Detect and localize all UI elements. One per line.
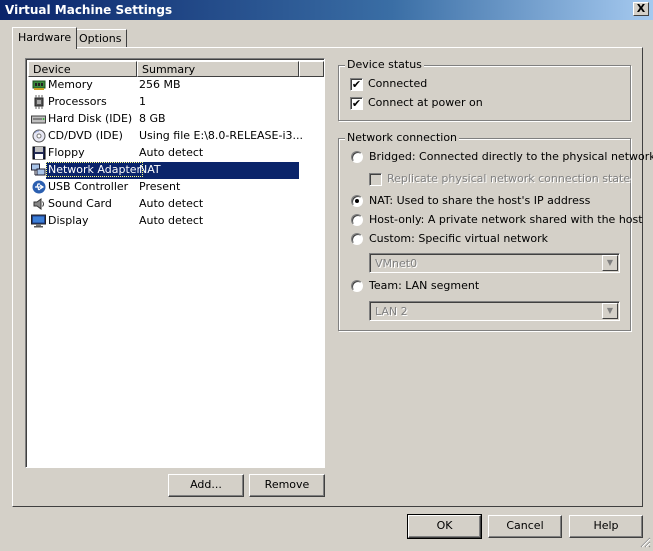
host-only-radio[interactable] xyxy=(351,214,363,226)
title-bar: Virtual Machine Settings X xyxy=(0,0,653,20)
device-summary: Using file E:\8.0-RELEASE-i3... xyxy=(139,129,304,142)
device-row-hard-disk[interactable]: Hard Disk (IDE) 8 GB xyxy=(28,111,322,128)
custom-label: Custom: Specific virtual network xyxy=(369,232,548,245)
replicate-label: Replicate physical network connection st… xyxy=(387,172,631,185)
close-icon: X xyxy=(636,2,646,15)
connect-at-power-on-checkbox[interactable]: ✔ xyxy=(350,97,363,110)
device-list[interactable]: Device Summary Memory 256 MB Processors … xyxy=(25,58,325,468)
connected-label: Connected xyxy=(368,77,428,90)
chevron-down-icon: ▼ xyxy=(602,255,618,271)
column-header-device[interactable]: Device xyxy=(28,61,137,77)
nat-radio[interactable] xyxy=(351,195,363,207)
cancel-button[interactable]: Cancel xyxy=(488,515,562,538)
column-header-summary[interactable]: Summary xyxy=(137,61,299,77)
column-header-filler xyxy=(299,61,324,77)
device-row-cd-dvd[interactable]: CD/DVD (IDE) Using file E:\8.0-RELEASE-i… xyxy=(28,128,322,145)
bridged-radio[interactable] xyxy=(351,151,363,163)
device-summary: Auto detect xyxy=(139,197,204,210)
device-name: USB Controller xyxy=(48,180,129,193)
column-header-summary-label: Summary xyxy=(142,63,196,76)
team-radio[interactable] xyxy=(351,280,363,292)
device-name: Floppy xyxy=(48,146,85,159)
custom-network-value: VMnet0 xyxy=(375,257,418,270)
device-name: Memory xyxy=(48,78,93,91)
lan-segment-value: LAN 2 xyxy=(375,305,408,318)
memory-icon xyxy=(31,78,46,92)
connect-at-power-on-label: Connect at power on xyxy=(368,96,483,109)
nat-label: NAT: Used to share the host's IP address xyxy=(369,194,591,207)
device-row-sound-card[interactable]: Sound Card Auto detect xyxy=(28,196,322,213)
host-only-label: Host-only: A private network shared with… xyxy=(369,213,643,226)
device-summary: 8 GB xyxy=(139,112,166,125)
tab-options-label: Options xyxy=(79,32,122,45)
team-label: Team: LAN segment xyxy=(369,279,480,292)
device-row-usb-controller[interactable]: USB Controller Present xyxy=(28,179,322,196)
device-row-processors[interactable]: Processors 1 xyxy=(28,94,322,111)
window-title: Virtual Machine Settings xyxy=(5,3,173,17)
device-summary: NAT xyxy=(139,163,161,176)
custom-radio[interactable] xyxy=(351,233,363,245)
cancel-button-label: Cancel xyxy=(506,519,544,532)
device-name: Sound Card xyxy=(48,197,112,210)
device-list-header: Device Summary xyxy=(28,61,324,77)
processor-icon xyxy=(31,95,46,109)
device-summary: 1 xyxy=(139,95,146,108)
hard-disk-icon xyxy=(31,112,46,126)
device-row-memory[interactable]: Memory 256 MB xyxy=(28,77,322,94)
device-name: Hard Disk (IDE) xyxy=(48,112,133,125)
device-summary: Present xyxy=(139,180,181,193)
device-name: Display xyxy=(48,214,89,227)
device-row-network-adapter[interactable]: Network Adapter NAT xyxy=(28,162,322,179)
device-rows: Memory 256 MB Processors 1 Hard Disk (ID… xyxy=(28,77,322,230)
chevron-down-icon: ▼ xyxy=(602,303,618,319)
remove-button[interactable]: Remove xyxy=(249,474,325,497)
cd-dvd-icon xyxy=(31,129,46,143)
column-header-device-label: Device xyxy=(33,63,71,76)
remove-button-label: Remove xyxy=(264,478,310,491)
add-button-label: Add... xyxy=(190,478,222,491)
network-connection-title: Network connection xyxy=(345,131,460,144)
add-button[interactable]: Add... xyxy=(168,474,244,497)
display-icon xyxy=(31,214,46,228)
resize-grip-icon[interactable] xyxy=(639,536,651,548)
network-adapter-icon xyxy=(31,163,46,177)
device-summary: Auto detect xyxy=(139,214,204,227)
device-status-group: Device status ✔ Connected ✔ Connect at p… xyxy=(338,58,631,121)
bridged-label: Bridged: Connected directly to the physi… xyxy=(369,150,653,163)
device-name: CD/DVD (IDE) xyxy=(48,129,123,142)
device-summary: 256 MB xyxy=(139,78,181,91)
ok-button-label: OK xyxy=(436,519,453,532)
ok-button[interactable]: OK xyxy=(407,514,482,539)
help-button-label: Help xyxy=(593,519,619,532)
floppy-icon xyxy=(31,146,46,160)
device-name: Processors xyxy=(48,95,107,108)
device-row-floppy[interactable]: Floppy Auto detect xyxy=(28,145,322,162)
device-row-display[interactable]: Display Auto detect xyxy=(28,213,322,230)
device-summary: Auto detect xyxy=(139,146,204,159)
tab-options[interactable]: Options xyxy=(73,29,128,48)
connected-checkbox[interactable]: ✔ xyxy=(350,78,363,91)
custom-network-select: VMnet0 ▼ xyxy=(369,253,620,273)
lan-segment-select: LAN 2 ▼ xyxy=(369,301,620,321)
device-name: Network Adapter xyxy=(45,162,144,177)
usb-icon xyxy=(31,180,46,194)
network-connection-group: Network connection Bridged: Connected di… xyxy=(338,131,653,331)
sound-card-icon xyxy=(31,197,46,211)
device-status-title: Device status xyxy=(345,58,424,71)
help-button[interactable]: Help xyxy=(569,515,643,538)
tab-hardware-label: Hardware xyxy=(18,31,72,44)
close-button[interactable]: X xyxy=(633,2,649,16)
replicate-checkbox xyxy=(369,173,382,186)
tab-hardware[interactable]: Hardware xyxy=(12,27,78,49)
